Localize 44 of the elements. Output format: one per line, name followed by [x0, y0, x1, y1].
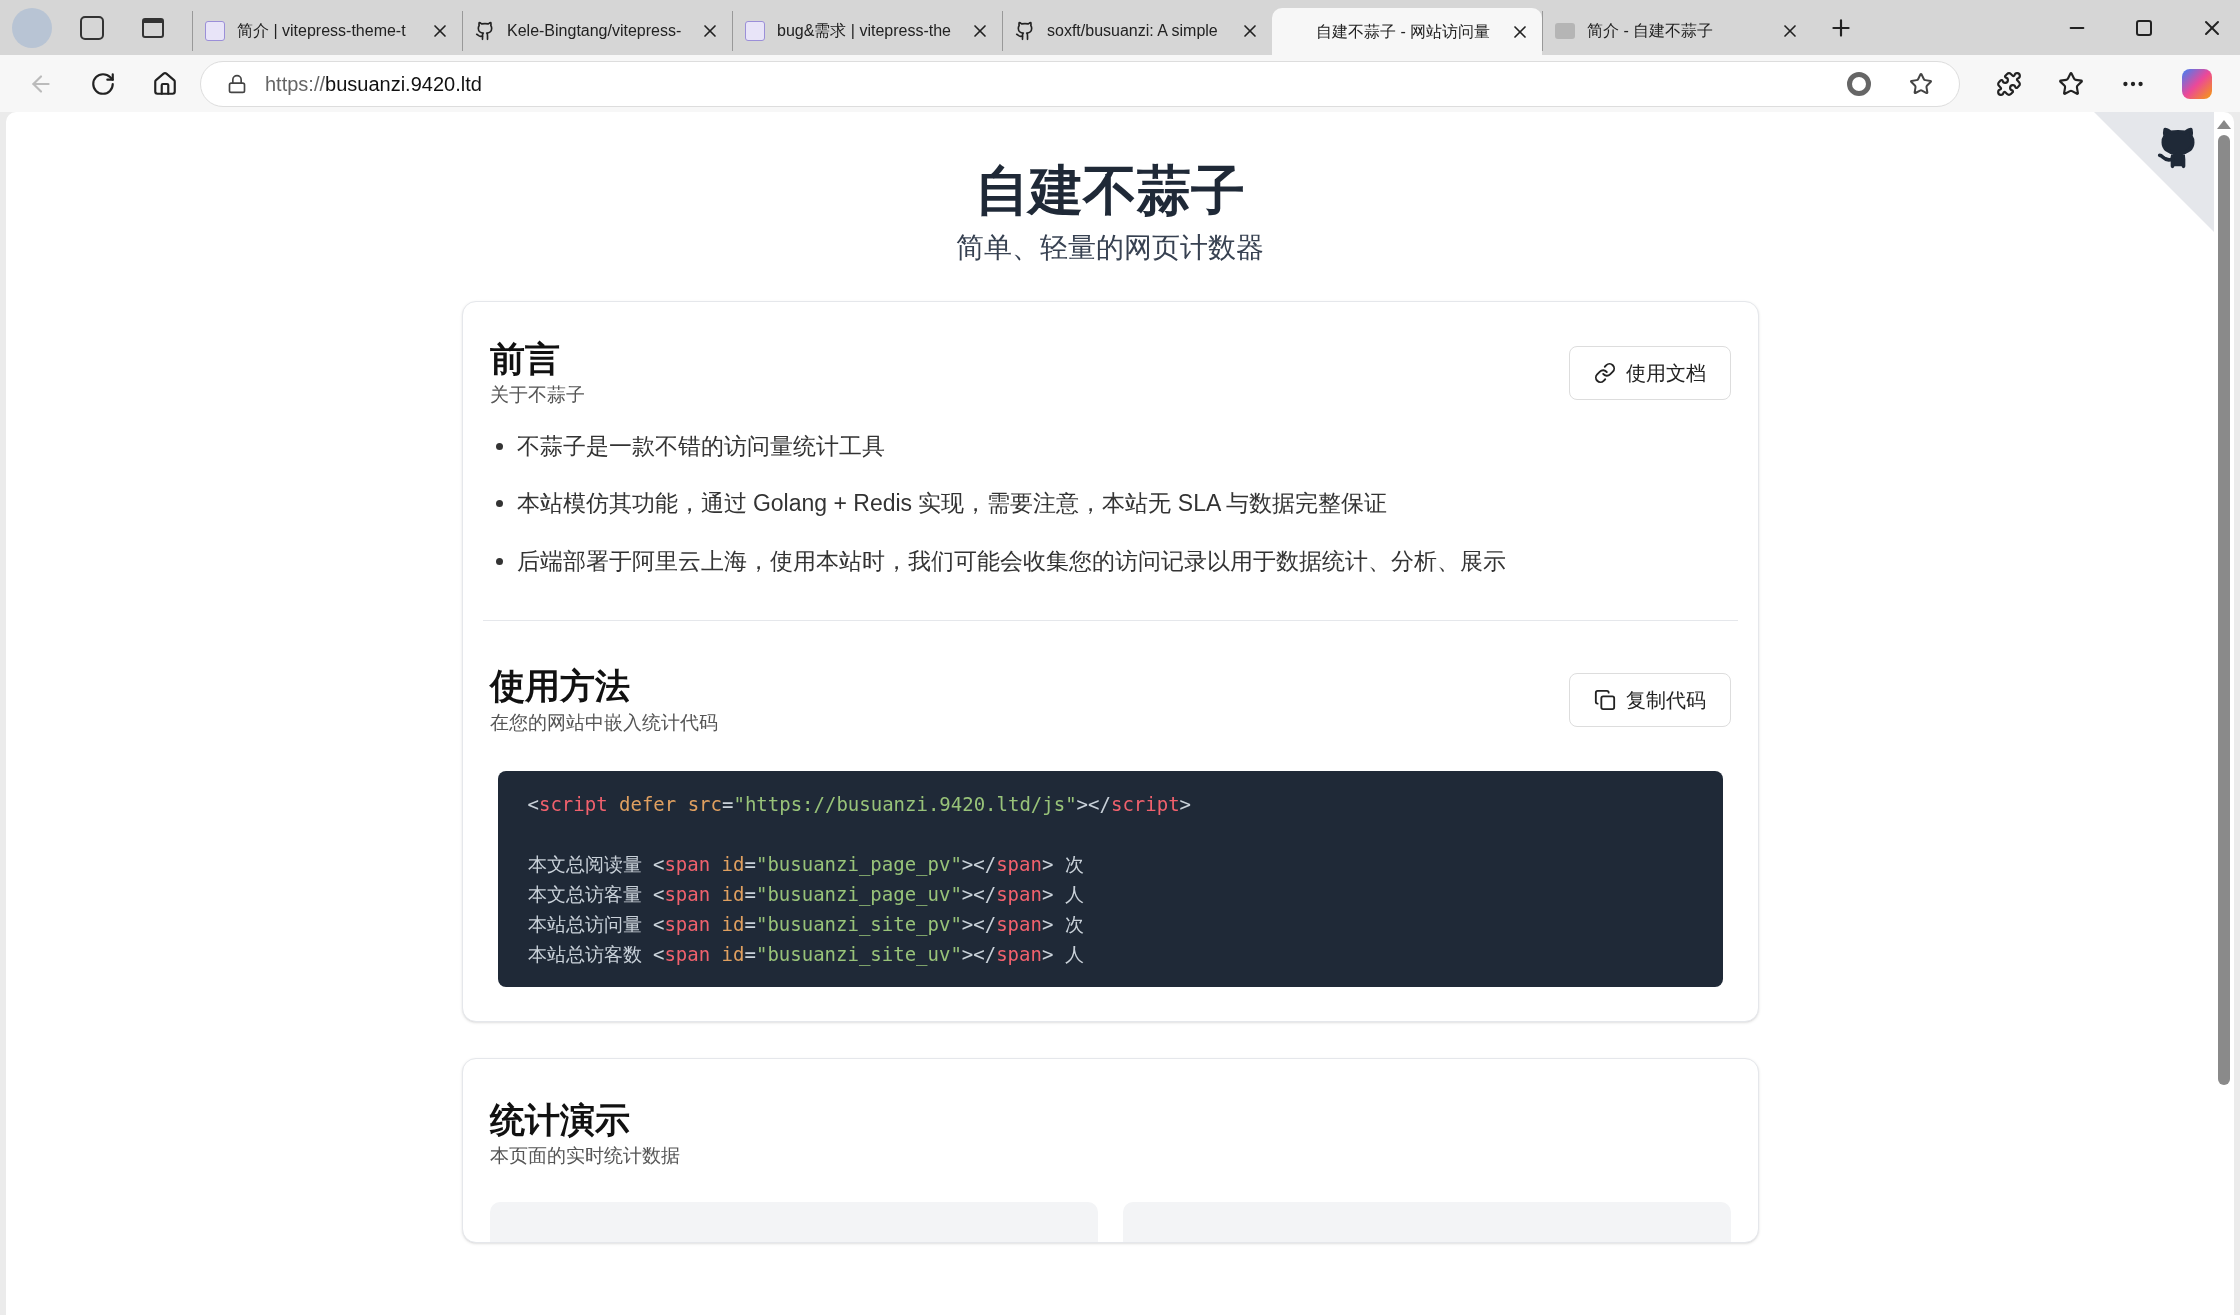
docs-button[interactable]: 使用文档 [1568, 345, 1731, 400]
page-icon [205, 21, 225, 41]
github-icon [475, 21, 495, 41]
bullet-icon [495, 442, 503, 450]
browser-tab[interactable]: 简介 | vitepress-theme-t [192, 11, 462, 51]
restore-icon[interactable] [2136, 19, 2152, 36]
copilot-icon[interactable] [2182, 68, 2212, 99]
lock-icon [227, 73, 247, 94]
section-caption: 关于不蒜子 [489, 383, 585, 407]
section-heading: 统计演示 [489, 1098, 631, 1141]
browser-tab[interactable]: 简介 - 自建不蒜子 [1542, 11, 1812, 51]
page-icon [745, 21, 765, 41]
page-title: 自建不蒜子 [975, 159, 1245, 222]
sidebar-icon[interactable] [142, 17, 164, 38]
link-icon [1593, 361, 1616, 384]
section-heading: 使用方法 [489, 665, 631, 708]
code-line: 本站总访问量 <span id="busuanzi_site_pv"></span> 次 [527, 912, 1084, 935]
copy-icon [1593, 689, 1616, 712]
browser-tab[interactable]: 自建不蒜子 - 网站访问量 [1272, 8, 1542, 55]
github-icon [1015, 21, 1035, 41]
home-icon[interactable] [152, 70, 178, 97]
address-bar[interactable]: https://busuanzi.9420.ltd [200, 60, 1960, 107]
bullet-text: 本站模仿其功能，通过 Golang + Redis 实现，需要注意，本站无 SLA 与数据完整保证 [516, 489, 1388, 519]
extensions-icon[interactable] [1996, 70, 2022, 97]
bullet-text: 后端部署于阿里云上海，使用本站时，我们可能会收集您的访问记录以用于数据统计、分析、展示 [516, 546, 1506, 576]
favorites-icon[interactable] [2058, 70, 2084, 97]
bullet-icon [495, 500, 503, 507]
code-line: 本文总访客量 <span id="busuanzi_page_uv"></span> 人 [527, 882, 1084, 905]
page-icon [1555, 23, 1575, 39]
section-heading: 前言 [489, 337, 561, 380]
star-icon[interactable] [1909, 71, 1933, 96]
section-caption: 在您的网站中嵌入统计代码 [489, 710, 718, 735]
section-caption: 本页面的实时统计数据 [489, 1144, 680, 1168]
copy-code-button[interactable]: 复制代码 [1568, 673, 1731, 728]
collections-icon[interactable] [80, 15, 104, 40]
reload-icon[interactable] [90, 70, 116, 97]
browser-tab[interactable]: Kele-Bingtang/vitepress- [462, 11, 732, 51]
code-line: <script defer src="https://busuanzi.9420.ltd/js"></script> [527, 792, 1192, 815]
bullet-text: 不蒜子是一款不错的访问量统计工具 [516, 431, 885, 461]
code-line: 本文总阅读量 <span id="busuanzi_page_pv"></span> 次 [527, 852, 1084, 875]
code-line: 本站总访客数 <span id="busuanzi_site_uv"></span> 人 [527, 942, 1084, 965]
page-subtitle: 简单、轻量的网页计数器 [956, 230, 1264, 265]
bullet-icon [495, 557, 503, 565]
browser-tab[interactable]: bug&需求 | vitepress-the [732, 11, 1002, 51]
